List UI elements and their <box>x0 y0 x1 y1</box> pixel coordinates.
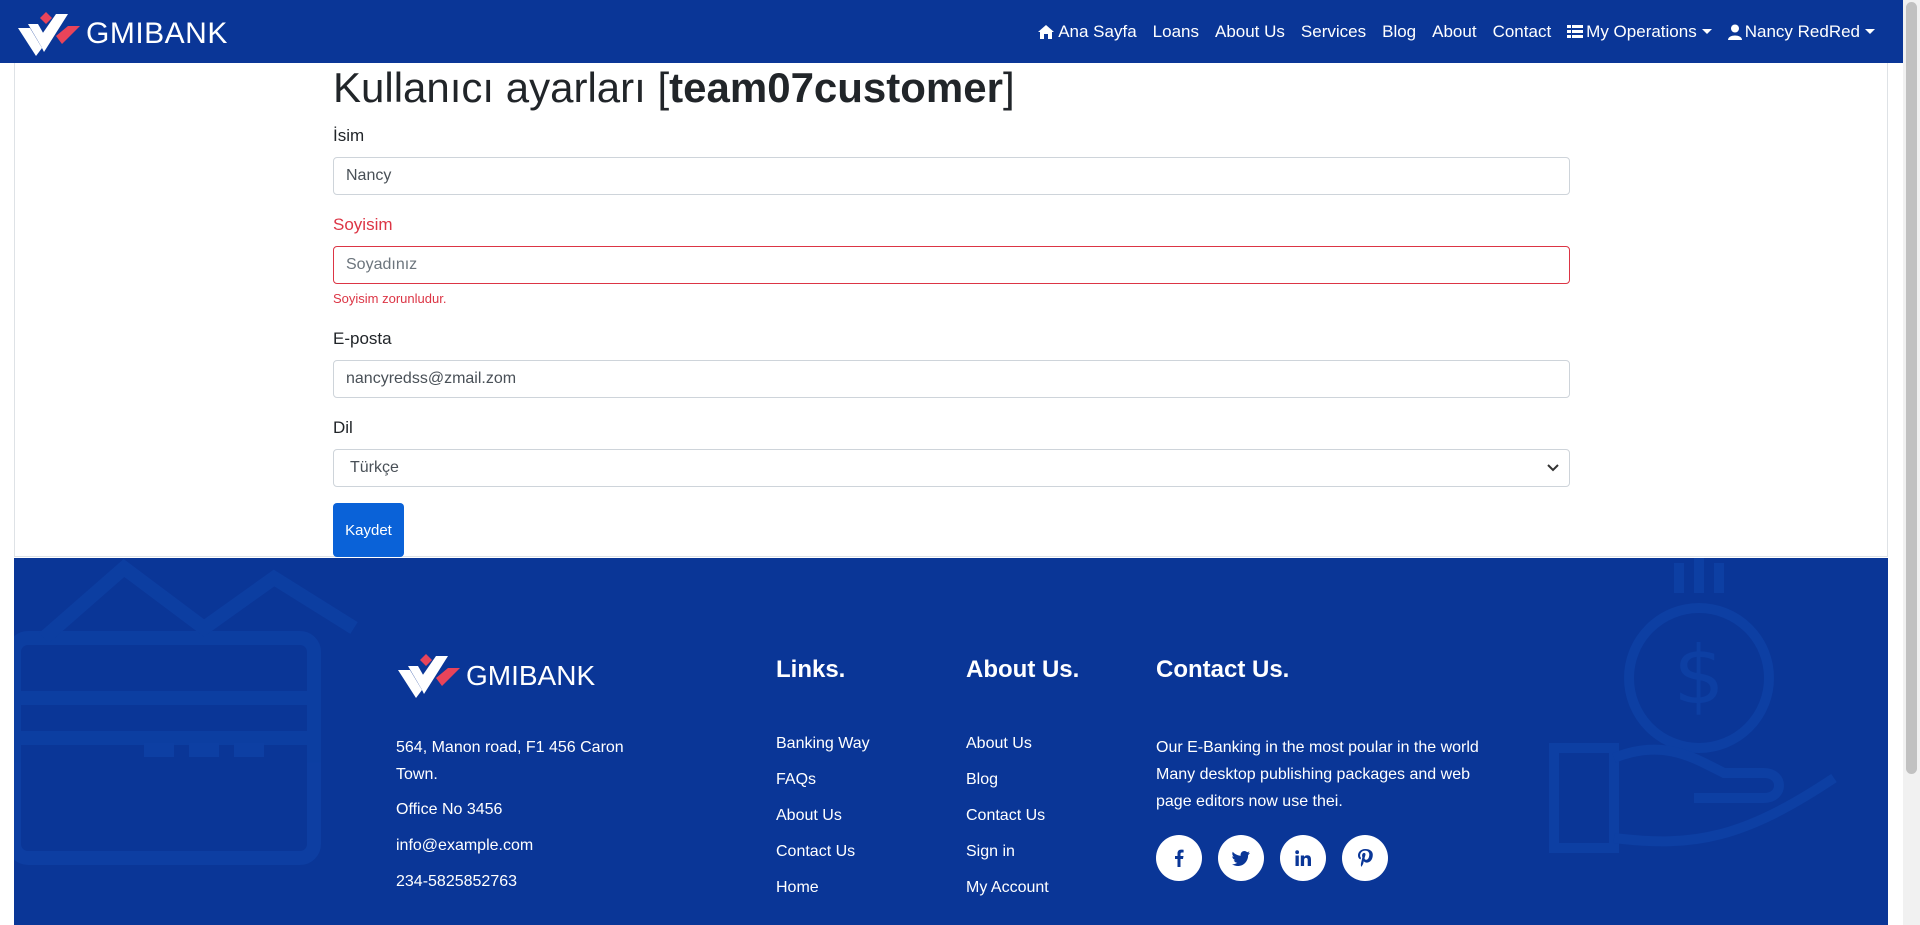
last-name-label: Soyisim <box>333 215 393 234</box>
nav-menu: Ana Sayfa Loans About Us Services Blog A… <box>1021 0 1875 63</box>
pinterest-button[interactable] <box>1342 835 1388 881</box>
footer-link-faqs[interactable]: FAQs <box>776 771 816 789</box>
email-input[interactable] <box>333 360 1570 398</box>
brand-name: GMIBANK <box>86 17 228 50</box>
footer-about-link-about-us[interactable]: About Us <box>966 735 1032 753</box>
twitter-button[interactable] <box>1218 835 1264 881</box>
nav-user-dropdown[interactable]: Nancy RedRed <box>1727 21 1875 42</box>
nav-home[interactable]: Ana Sayfa <box>1037 21 1137 42</box>
chevron-down-icon <box>1547 464 1559 472</box>
footer-contact-heading: Contact Us. <box>1156 656 1290 683</box>
page-title-username: team07customer <box>669 64 1003 111</box>
footer-link-banking-way[interactable]: Banking Way <box>776 735 870 753</box>
email-label: E-posta <box>333 329 392 348</box>
language-selected-value: Türkçe <box>350 459 399 476</box>
footer-contact-text: Our E-Banking in the most poular in the … <box>1156 739 1479 810</box>
nav-loans[interactable]: Loans <box>1153 22 1199 42</box>
footer-link-about-us[interactable]: About Us <box>776 807 842 825</box>
nav-about-us[interactable]: About Us <box>1215 22 1285 42</box>
gmibank-logo-icon <box>18 12 80 56</box>
list-icon <box>1567 24 1584 38</box>
nav-user-label: Nancy RedRed <box>1744 21 1860 41</box>
money-hand-illustration-icon: $ <box>1549 558 1837 853</box>
save-button[interactable]: Kaydet <box>333 503 404 557</box>
nav-contact[interactable]: Contact <box>1493 22 1552 42</box>
top-navbar: GMIBANK Ana Sayfa Loans About Us Service… <box>0 0 1903 63</box>
footer-about-link-sign-in[interactable]: Sign in <box>966 843 1015 861</box>
language-label: Dil <box>333 418 353 437</box>
scrollbar-thumb[interactable] <box>1906 2 1917 774</box>
chevron-down-icon <box>1865 29 1875 34</box>
page-title: Kullanıcı ayarları [team07customer] <box>333 64 1015 112</box>
user-icon <box>1727 24 1742 40</box>
nav-my-operations-dropdown[interactable]: My Operations <box>1567 22 1712 42</box>
footer-brand-logo[interactable]: GMIBANK <box>396 654 595 698</box>
nav-about[interactable]: About <box>1432 22 1476 42</box>
footer-links-heading: Links. <box>776 656 846 683</box>
home-icon <box>1038 24 1055 39</box>
language-select[interactable]: Türkçe <box>333 449 1570 487</box>
facebook-icon <box>1175 849 1184 867</box>
page-title-suffix: ] <box>1002 64 1015 111</box>
footer: $ GMIBANK 564, Manon road, F1 456 Caron … <box>14 558 1888 925</box>
chevron-down-icon <box>1701 29 1712 34</box>
nav-home-label: Ana Sayfa <box>1058 21 1137 41</box>
gmibank-logo-icon <box>398 654 460 698</box>
first-name-input[interactable] <box>333 157 1570 195</box>
footer-brand-name: GMIBANK <box>466 660 596 691</box>
footer-link-contact-us[interactable]: Contact Us <box>776 843 855 861</box>
nav-my-operations-label: My Operations <box>1586 21 1697 41</box>
twitter-icon <box>1232 850 1250 866</box>
last-name-input[interactable] <box>333 246 1570 284</box>
pinterest-icon <box>1358 849 1373 867</box>
first-name-label: İsim <box>333 126 365 145</box>
footer-link-home[interactable]: Home <box>776 879 819 897</box>
footer-about-link-my-account[interactable]: My Account <box>966 879 1049 897</box>
nav-services[interactable]: Services <box>1301 22 1366 42</box>
nav-blog[interactable]: Blog <box>1382 22 1416 42</box>
footer-about-link-blog[interactable]: Blog <box>966 771 998 789</box>
card-illustration-icon <box>14 558 358 865</box>
svg-text:$: $ <box>1674 629 1725 722</box>
footer-email[interactable]: info@example.com <box>396 837 533 855</box>
footer-office: Office No 3456 <box>396 801 503 818</box>
page-scrollbar[interactable] <box>1903 0 1920 925</box>
facebook-button[interactable] <box>1156 835 1202 881</box>
linkedin-button[interactable] <box>1280 835 1326 881</box>
footer-address: 564, Manon road, F1 456 Caron Town. <box>396 739 624 783</box>
brand-logo[interactable]: GMIBANK <box>16 12 228 56</box>
footer-about-link-contact-us[interactable]: Contact Us <box>966 807 1045 825</box>
page-title-prefix: Kullanıcı ayarları [ <box>333 64 670 111</box>
linkedin-icon <box>1295 850 1311 866</box>
footer-phone[interactable]: 234-5825852763 <box>396 873 517 891</box>
footer-about-heading: About Us. <box>966 656 1080 683</box>
last-name-error: Soyisim zorunludur. <box>333 291 447 306</box>
